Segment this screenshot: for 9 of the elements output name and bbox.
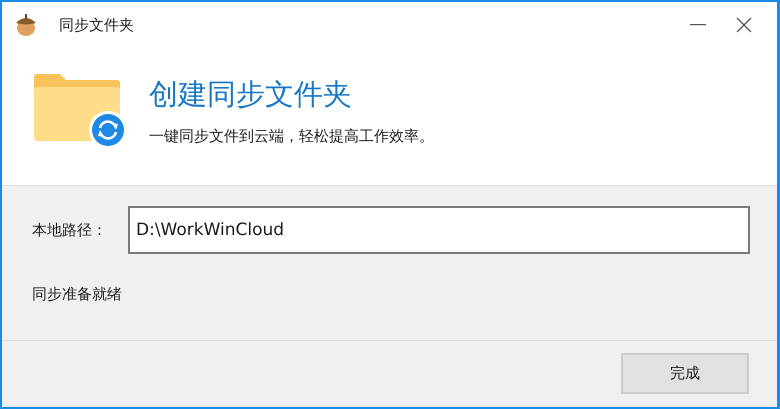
header-title: 创建同步文件夹: [149, 76, 353, 113]
status-text: 同步准备就绪: [32, 284, 123, 305]
header-subtitle: 一键同步文件到云端，轻松提高工作效率。: [149, 126, 434, 147]
path-field[interactable]: D:\WorkWinCloud: [128, 206, 750, 254]
window-title: 同步文件夹: [59, 14, 134, 36]
done-button[interactable]: 完成: [621, 353, 749, 394]
path-label: 本地路径：: [32, 220, 108, 241]
minimize-icon: [690, 24, 706, 26]
close-icon: [736, 17, 752, 33]
